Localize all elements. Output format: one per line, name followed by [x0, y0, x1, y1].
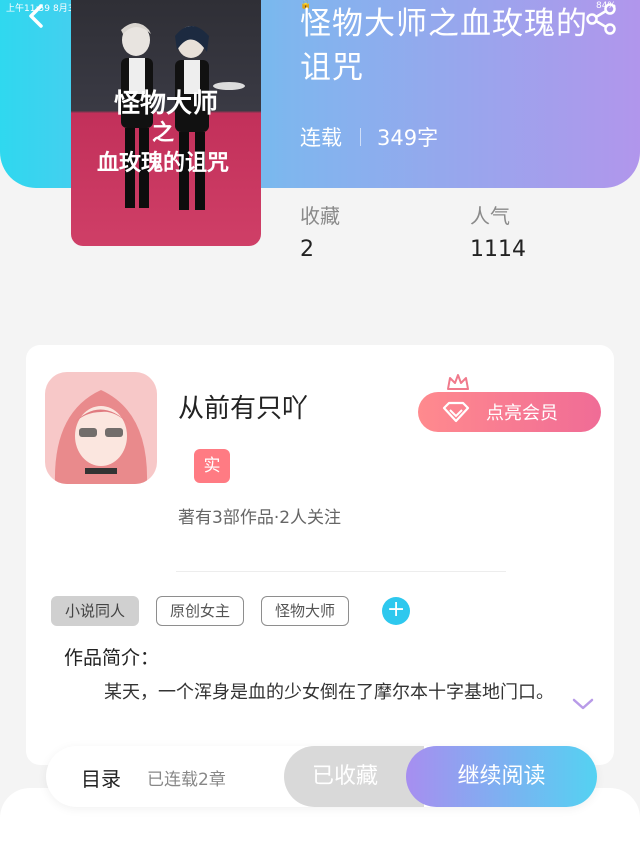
- word-count: 349字: [377, 126, 439, 150]
- add-tag-button[interactable]: +: [382, 597, 411, 625]
- diamond-icon: [442, 401, 470, 423]
- section-divider: [176, 571, 506, 572]
- book-cover[interactable]: 怪物大师 之 血玫瑰的诅咒: [71, 0, 261, 246]
- tag-item[interactable]: 原创女主: [156, 596, 245, 626]
- tag-item[interactable]: 怪物大师: [261, 596, 350, 626]
- collected-button[interactable]: 已收藏: [284, 746, 424, 807]
- popularity-value: 1114: [470, 237, 526, 262]
- bottom-action-bar: 目录 已连载2章 已收藏 继续阅读: [46, 746, 597, 807]
- back-arrow-icon[interactable]: [22, 2, 52, 32]
- toc-button[interactable]: 目录: [81, 763, 121, 792]
- intro-label: 作品简介：: [64, 647, 160, 669]
- book-info-card: 从前有只吖 实 著有3部作品·2人关注 点亮会员 小说同人 原创女主 怪物大师 …: [26, 345, 614, 765]
- serial-status: 连载: [300, 126, 342, 150]
- intro-text: 某天，一个浑身是血的少女倒在了摩尔本十字基地门口。: [104, 682, 554, 703]
- cover-title-line3: 血玫瑰的诅咒: [97, 150, 229, 176]
- vip-button[interactable]: 点亮会员: [418, 392, 601, 432]
- author-meta: 著有3部作品·2人关注: [178, 508, 342, 528]
- tag-list: 小说同人 原创女主 怪物大师 +: [51, 596, 411, 626]
- cover-title-line2: 之: [152, 120, 174, 146]
- continue-reading-button[interactable]: 继续阅读: [406, 746, 597, 807]
- book-title: 怪物大师之血玫瑰的诅咒: [300, 6, 588, 86]
- book-status-line: 连载 349字: [300, 122, 438, 152]
- favorites-value: 2: [300, 237, 314, 262]
- favorites-label: 收藏: [300, 204, 340, 228]
- cover-title-line1: 怪物大师: [114, 89, 218, 119]
- vip-label: 点亮会员: [486, 403, 558, 424]
- verified-badge: 实: [194, 449, 230, 483]
- avatar[interactable]: [45, 372, 157, 484]
- status-divider: [360, 128, 361, 146]
- tag-item[interactable]: 小说同人: [51, 596, 140, 626]
- favorites-stat: 收藏 2: [300, 203, 340, 263]
- popularity-label: 人气: [470, 204, 510, 228]
- author-name[interactable]: 从前有只吖: [178, 388, 308, 425]
- popularity-stat: 人气 1114: [470, 203, 526, 263]
- chapter-count: 已连载2章: [147, 770, 226, 790]
- chevron-down-icon[interactable]: [572, 697, 594, 711]
- crown-icon: [447, 374, 469, 390]
